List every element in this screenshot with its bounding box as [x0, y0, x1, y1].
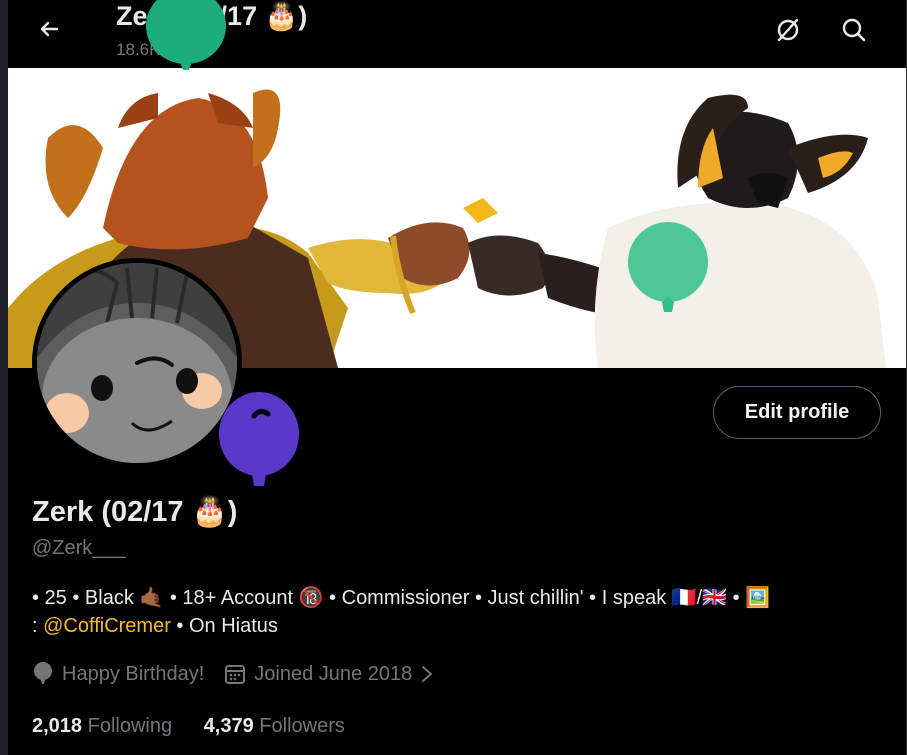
search-button[interactable]: [836, 12, 872, 48]
balloon-icon: [146, 0, 226, 70]
profile-meta: Happy Birthday! Joined June 2018: [32, 662, 464, 686]
bio-line-1: • 25 • Black 🤙🏾 • 18+ Account 🔞 • Commis…: [32, 587, 771, 609]
display-name: Zerk (02/17 🎂): [32, 496, 238, 528]
username-handle: @Zerk___: [32, 537, 126, 559]
joined-date: Joined June 2018: [254, 662, 413, 685]
bio-text: • On Hiatus: [170, 615, 278, 637]
avatar[interactable]: [32, 258, 242, 468]
avatar-image: [37, 263, 237, 463]
following-link[interactable]: 2,018 Following: [32, 715, 172, 737]
left-sidebar-edge: [0, 0, 8, 755]
back-button[interactable]: [32, 12, 66, 46]
followers-count: 4,379: [203, 715, 254, 737]
balloon-icon: [219, 392, 299, 486]
followers-link[interactable]: 4,379 Followers: [204, 715, 345, 737]
following-label: Following: [87, 715, 173, 737]
grok-button[interactable]: [770, 12, 806, 48]
search-icon: [842, 18, 866, 42]
joined-item[interactable]: Joined June 2018: [224, 663, 444, 686]
chevron-right-icon: [422, 666, 433, 682]
bio-mention-link[interactable]: @CoffiCremer: [43, 615, 171, 637]
bio-text: :: [32, 615, 44, 637]
back-arrow-icon: [40, 21, 59, 37]
balloon-icon: [34, 662, 52, 684]
calendar-icon: [225, 665, 246, 684]
following-count: 2,018: [32, 715, 83, 737]
grok-icon: [777, 18, 799, 42]
profile-header: Zerk (02/17 🎂) 18.6K posts: [8, 0, 906, 68]
balloon-icon: [628, 222, 708, 312]
bio-line-2: : @CoffiCremer • On Hiatus: [32, 615, 278, 638]
edit-profile-button[interactable]: Edit profile: [713, 386, 881, 439]
birthday-item: Happy Birthday!: [32, 662, 204, 686]
follow-stats: 2,018 Following 4,379 Followers: [32, 715, 371, 738]
birthday-text: Happy Birthday!: [62, 662, 205, 685]
followers-label: Followers: [259, 715, 345, 737]
